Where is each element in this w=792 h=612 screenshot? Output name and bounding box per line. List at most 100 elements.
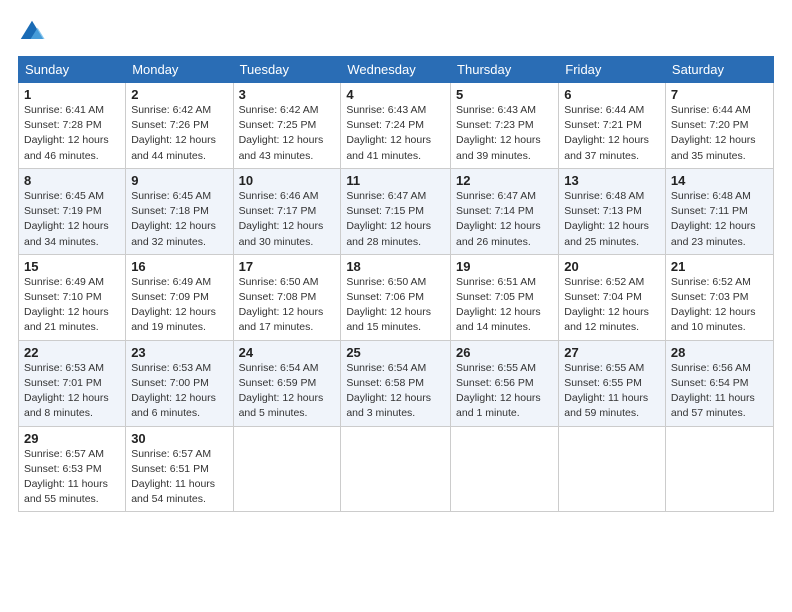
day-number: 30	[131, 431, 227, 446]
calendar-week-row: 15Sunrise: 6:49 AMSunset: 7:10 PMDayligh…	[19, 254, 774, 340]
day-info: Sunrise: 6:52 AMSunset: 7:03 PMDaylight:…	[671, 275, 768, 336]
day-number: 7	[671, 87, 768, 102]
day-number: 12	[456, 173, 553, 188]
calendar-day-cell: 15Sunrise: 6:49 AMSunset: 7:10 PMDayligh…	[19, 254, 126, 340]
calendar-day-cell: 4Sunrise: 6:43 AMSunset: 7:24 PMDaylight…	[341, 83, 451, 169]
calendar-day-cell: 23Sunrise: 6:53 AMSunset: 7:00 PMDayligh…	[126, 340, 233, 426]
header	[18, 18, 774, 46]
day-info: Sunrise: 6:48 AMSunset: 7:11 PMDaylight:…	[671, 189, 768, 250]
day-info: Sunrise: 6:49 AMSunset: 7:09 PMDaylight:…	[131, 275, 227, 336]
calendar-day-cell: 17Sunrise: 6:50 AMSunset: 7:08 PMDayligh…	[233, 254, 341, 340]
day-number: 16	[131, 259, 227, 274]
day-info: Sunrise: 6:52 AMSunset: 7:04 PMDaylight:…	[564, 275, 660, 336]
day-number: 13	[564, 173, 660, 188]
day-info: Sunrise: 6:50 AMSunset: 7:08 PMDaylight:…	[239, 275, 336, 336]
day-info: Sunrise: 6:51 AMSunset: 7:05 PMDaylight:…	[456, 275, 553, 336]
calendar-day-cell: 5Sunrise: 6:43 AMSunset: 7:23 PMDaylight…	[451, 83, 559, 169]
calendar-day-cell	[665, 426, 773, 512]
day-info: Sunrise: 6:50 AMSunset: 7:06 PMDaylight:…	[346, 275, 445, 336]
day-number: 2	[131, 87, 227, 102]
calendar-day-cell: 2Sunrise: 6:42 AMSunset: 7:26 PMDaylight…	[126, 83, 233, 169]
day-info: Sunrise: 6:49 AMSunset: 7:10 PMDaylight:…	[24, 275, 120, 336]
calendar-week-row: 29Sunrise: 6:57 AMSunset: 6:53 PMDayligh…	[19, 426, 774, 512]
calendar-day-cell: 30Sunrise: 6:57 AMSunset: 6:51 PMDayligh…	[126, 426, 233, 512]
day-info: Sunrise: 6:41 AMSunset: 7:28 PMDaylight:…	[24, 103, 120, 164]
day-info: Sunrise: 6:43 AMSunset: 7:24 PMDaylight:…	[346, 103, 445, 164]
calendar-header-cell: Friday	[559, 57, 666, 83]
logo-icon	[18, 18, 46, 46]
day-number: 15	[24, 259, 120, 274]
day-info: Sunrise: 6:45 AMSunset: 7:19 PMDaylight:…	[24, 189, 120, 250]
calendar-day-cell: 12Sunrise: 6:47 AMSunset: 7:14 PMDayligh…	[451, 168, 559, 254]
calendar-day-cell: 3Sunrise: 6:42 AMSunset: 7:25 PMDaylight…	[233, 83, 341, 169]
day-number: 26	[456, 345, 553, 360]
day-info: Sunrise: 6:45 AMSunset: 7:18 PMDaylight:…	[131, 189, 227, 250]
calendar-day-cell: 9Sunrise: 6:45 AMSunset: 7:18 PMDaylight…	[126, 168, 233, 254]
calendar-day-cell: 8Sunrise: 6:45 AMSunset: 7:19 PMDaylight…	[19, 168, 126, 254]
day-number: 19	[456, 259, 553, 274]
calendar-day-cell: 19Sunrise: 6:51 AMSunset: 7:05 PMDayligh…	[451, 254, 559, 340]
calendar-table: SundayMondayTuesdayWednesdayThursdayFrid…	[18, 56, 774, 512]
calendar-header-cell: Saturday	[665, 57, 773, 83]
day-number: 5	[456, 87, 553, 102]
day-number: 20	[564, 259, 660, 274]
day-number: 17	[239, 259, 336, 274]
calendar-day-cell: 1Sunrise: 6:41 AMSunset: 7:28 PMDaylight…	[19, 83, 126, 169]
day-number: 1	[24, 87, 120, 102]
calendar-day-cell: 24Sunrise: 6:54 AMSunset: 6:59 PMDayligh…	[233, 340, 341, 426]
calendar-day-cell: 16Sunrise: 6:49 AMSunset: 7:09 PMDayligh…	[126, 254, 233, 340]
day-number: 23	[131, 345, 227, 360]
calendar-day-cell: 22Sunrise: 6:53 AMSunset: 7:01 PMDayligh…	[19, 340, 126, 426]
calendar-day-cell: 27Sunrise: 6:55 AMSunset: 6:55 PMDayligh…	[559, 340, 666, 426]
calendar-day-cell: 25Sunrise: 6:54 AMSunset: 6:58 PMDayligh…	[341, 340, 451, 426]
day-number: 14	[671, 173, 768, 188]
calendar-day-cell: 13Sunrise: 6:48 AMSunset: 7:13 PMDayligh…	[559, 168, 666, 254]
calendar-day-cell: 28Sunrise: 6:56 AMSunset: 6:54 PMDayligh…	[665, 340, 773, 426]
calendar-header-cell: Tuesday	[233, 57, 341, 83]
day-number: 4	[346, 87, 445, 102]
page: SundayMondayTuesdayWednesdayThursdayFrid…	[0, 0, 792, 612]
calendar-day-cell: 14Sunrise: 6:48 AMSunset: 7:11 PMDayligh…	[665, 168, 773, 254]
day-info: Sunrise: 6:46 AMSunset: 7:17 PMDaylight:…	[239, 189, 336, 250]
calendar-week-row: 1Sunrise: 6:41 AMSunset: 7:28 PMDaylight…	[19, 83, 774, 169]
day-info: Sunrise: 6:42 AMSunset: 7:26 PMDaylight:…	[131, 103, 227, 164]
day-info: Sunrise: 6:54 AMSunset: 6:59 PMDaylight:…	[239, 361, 336, 422]
calendar-week-row: 22Sunrise: 6:53 AMSunset: 7:01 PMDayligh…	[19, 340, 774, 426]
calendar-week-row: 8Sunrise: 6:45 AMSunset: 7:19 PMDaylight…	[19, 168, 774, 254]
day-info: Sunrise: 6:47 AMSunset: 7:15 PMDaylight:…	[346, 189, 445, 250]
calendar-header-cell: Thursday	[451, 57, 559, 83]
calendar-day-cell: 18Sunrise: 6:50 AMSunset: 7:06 PMDayligh…	[341, 254, 451, 340]
day-number: 8	[24, 173, 120, 188]
day-number: 9	[131, 173, 227, 188]
day-info: Sunrise: 6:48 AMSunset: 7:13 PMDaylight:…	[564, 189, 660, 250]
day-info: Sunrise: 6:42 AMSunset: 7:25 PMDaylight:…	[239, 103, 336, 164]
day-info: Sunrise: 6:54 AMSunset: 6:58 PMDaylight:…	[346, 361, 445, 422]
day-info: Sunrise: 6:57 AMSunset: 6:51 PMDaylight:…	[131, 447, 227, 508]
calendar-header-cell: Monday	[126, 57, 233, 83]
calendar-day-cell	[341, 426, 451, 512]
day-number: 24	[239, 345, 336, 360]
day-number: 18	[346, 259, 445, 274]
day-number: 25	[346, 345, 445, 360]
day-info: Sunrise: 6:57 AMSunset: 6:53 PMDaylight:…	[24, 447, 120, 508]
calendar-day-cell	[451, 426, 559, 512]
calendar-day-cell: 20Sunrise: 6:52 AMSunset: 7:04 PMDayligh…	[559, 254, 666, 340]
day-info: Sunrise: 6:44 AMSunset: 7:20 PMDaylight:…	[671, 103, 768, 164]
day-number: 29	[24, 431, 120, 446]
calendar-day-cell	[233, 426, 341, 512]
day-number: 28	[671, 345, 768, 360]
day-number: 3	[239, 87, 336, 102]
calendar-day-cell: 29Sunrise: 6:57 AMSunset: 6:53 PMDayligh…	[19, 426, 126, 512]
calendar-day-cell	[559, 426, 666, 512]
calendar-header-row: SundayMondayTuesdayWednesdayThursdayFrid…	[19, 57, 774, 83]
day-number: 27	[564, 345, 660, 360]
day-number: 6	[564, 87, 660, 102]
calendar-header-cell: Sunday	[19, 57, 126, 83]
day-info: Sunrise: 6:43 AMSunset: 7:23 PMDaylight:…	[456, 103, 553, 164]
calendar-body: 1Sunrise: 6:41 AMSunset: 7:28 PMDaylight…	[19, 83, 774, 512]
day-info: Sunrise: 6:56 AMSunset: 6:54 PMDaylight:…	[671, 361, 768, 422]
day-number: 10	[239, 173, 336, 188]
calendar-day-cell: 6Sunrise: 6:44 AMSunset: 7:21 PMDaylight…	[559, 83, 666, 169]
day-info: Sunrise: 6:44 AMSunset: 7:21 PMDaylight:…	[564, 103, 660, 164]
day-number: 11	[346, 173, 445, 188]
